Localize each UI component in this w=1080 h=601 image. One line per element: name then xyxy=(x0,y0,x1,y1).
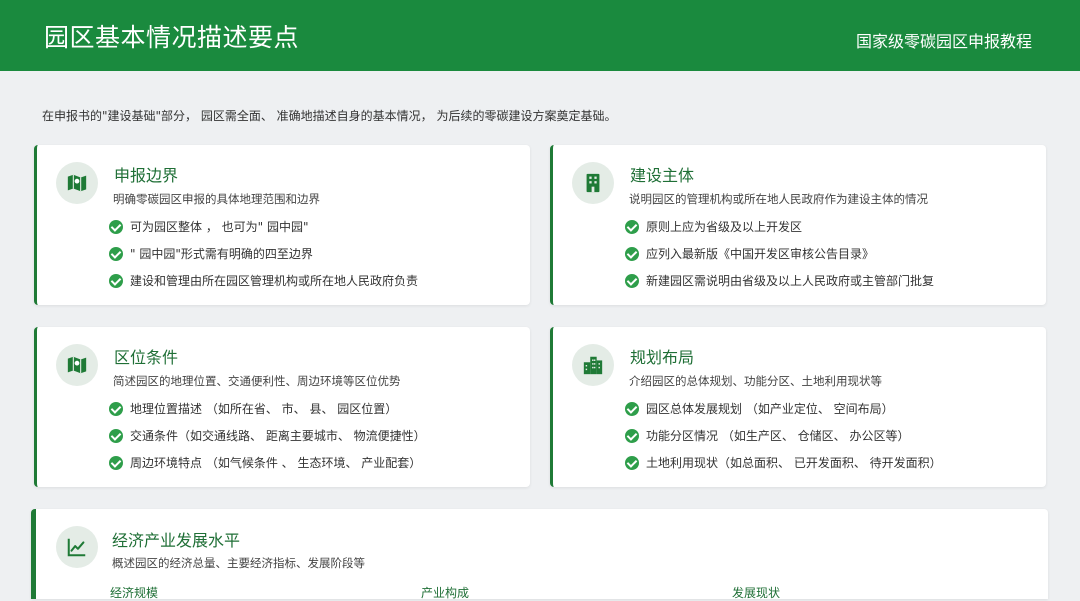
list-item: 建设和管理由所在园区管理机构或所在地人民政府负责 xyxy=(109,272,418,299)
list-item: 可为园区整体 ， 也可为" 园中园" xyxy=(109,218,418,245)
list-item: 地理位置描述 （如所在省、 市、 县、 园区位置） xyxy=(109,400,426,427)
bullet-list: 园区总体发展规划 （如产业定位、 空间布局） 功能分区情况 （如生产区、 仓储区… xyxy=(625,400,942,481)
check-circle-icon xyxy=(109,429,123,443)
check-circle-icon xyxy=(109,274,123,288)
map-icon xyxy=(56,162,98,204)
card-construction-subject: 建设主体 说明园区的管理机构或所在地人民政府作为建设主体的情况 原则上应为省级及… xyxy=(550,145,1046,305)
list-item-text: 新建园区需说明由省级及以上人民政府或主管部门批复 xyxy=(646,274,935,288)
check-circle-icon xyxy=(625,402,639,416)
check-circle-icon xyxy=(625,247,639,261)
city-icon xyxy=(572,344,614,386)
check-circle-icon xyxy=(109,220,123,234)
list-item-text: 交通条件（如交通线路、 距离主要城市、 物流便捷性） xyxy=(130,429,426,443)
list-item: 土地利用现状（如总面积、 已开发面积、 待开发面积） xyxy=(625,454,942,481)
list-item: 交通条件（如交通线路、 距离主要城市、 物流便捷性） xyxy=(109,427,426,454)
subsection-economic-scale: 经济规模 xyxy=(110,586,159,600)
map-icon xyxy=(56,344,98,386)
list-item: 新建园区需说明由省级及以上人民政府或主管部门批复 xyxy=(625,272,934,299)
card-title: 申报边界 xyxy=(114,166,179,185)
card-description: 简述园区的地理位置、交通便利性、周边环境等区位优势 xyxy=(113,374,401,388)
check-circle-icon xyxy=(109,247,123,261)
check-circle-icon xyxy=(625,429,639,443)
check-circle-icon xyxy=(625,456,639,470)
card-declaration-boundary: 申报边界 明确零碳园区申报的具体地理范围和边界 可为园区整体 ， 也可为" 园中… xyxy=(34,145,530,305)
list-item-text: 地理位置描述 （如所在省、 市、 县、 园区位置） xyxy=(130,402,398,416)
chart-line-icon xyxy=(56,526,98,568)
bullet-list: 原则上应为省级及以上开发区 应列入最新版《中国开发区审核公告目录》 新建园区需说… xyxy=(625,218,934,299)
list-item-text: " 园中园"形式需有明确的四至边界 xyxy=(130,247,313,261)
card-title: 经济产业发展水平 xyxy=(112,531,241,550)
card-description: 说明园区的管理机构或所在地人民政府作为建设主体的情况 xyxy=(629,192,928,206)
list-item-text: 周边环境特点 （如气候条件 、 生态环境、 产业配套） xyxy=(130,456,422,470)
list-item-text: 原则上应为省级及以上开发区 xyxy=(646,220,803,234)
subsection-development-status: 发展现状 xyxy=(732,586,781,600)
check-circle-icon xyxy=(109,402,123,416)
page-title: 园区基本情况描述要点 xyxy=(44,23,300,52)
card-title: 区位条件 xyxy=(114,348,179,367)
list-item-text: 园区总体发展规划 （如产业定位、 空间布局） xyxy=(646,402,894,416)
list-item-text: 建设和管理由所在园区管理机构或所在地人民政府负责 xyxy=(130,274,419,288)
list-item: 周边环境特点 （如气候条件 、 生态环境、 产业配套） xyxy=(109,454,426,481)
course-title: 国家级零碳园区申报教程 xyxy=(855,32,1032,51)
list-item-text: 功能分区情况 （如生产区、 仓储区、 办公区等） xyxy=(646,429,910,443)
list-item: 应列入最新版《中国开发区审核公告目录》 xyxy=(625,245,934,272)
list-item-text: 应列入最新版《中国开发区审核公告目录》 xyxy=(646,247,875,261)
card-location-conditions: 区位条件 简述园区的地理位置、交通便利性、周边环境等区位优势 地理位置描述 （如… xyxy=(34,327,530,487)
card-description: 介绍园区的总体规划、功能分区、土地利用现状等 xyxy=(629,374,882,388)
card-planning-layout: 规划布局 介绍园区的总体规划、功能分区、土地利用现状等 园区总体发展规划 （如产… xyxy=(550,327,1046,487)
list-item: 功能分区情况 （如生产区、 仓储区、 办公区等） xyxy=(625,427,942,454)
bullet-list: 可为园区整体 ， 也可为" 园中园" " 园中园"形式需有明确的四至边界 建设和… xyxy=(109,218,418,299)
header-bar: 园区基本情况描述要点 国家级零碳园区申报教程 xyxy=(0,0,1080,71)
list-item-text: 土地利用现状（如总面积、 已开发面积、 待开发面积） xyxy=(646,456,942,470)
card-description: 明确零碳园区申报的具体地理范围和边界 xyxy=(113,192,320,206)
building-icon xyxy=(572,162,614,204)
card-title: 建设主体 xyxy=(630,166,695,185)
list-item: 原则上应为省级及以上开发区 xyxy=(625,218,934,245)
subsection-industry-structure: 产业构成 xyxy=(421,586,470,600)
check-circle-icon xyxy=(625,274,639,288)
bullet-list: 地理位置描述 （如所在省、 市、 县、 园区位置） 交通条件（如交通线路、 距离… xyxy=(109,400,426,481)
intro-text: 在申报书的"建设基础"部分， 园区需全面、 准确地描述自身的基本情况， 为后续的… xyxy=(42,109,617,123)
check-circle-icon xyxy=(625,220,639,234)
list-item: " 园中园"形式需有明确的四至边界 xyxy=(109,245,418,272)
card-title: 规划布局 xyxy=(630,348,695,367)
list-item-text: 可为园区整体 ， 也可为" 园中园" xyxy=(130,220,309,234)
list-item: 园区总体发展规划 （如产业定位、 空间布局） xyxy=(625,400,942,427)
check-circle-icon xyxy=(109,456,123,470)
card-economic-development: 经济产业发展水平 概述园区的经济总量、主要经济指标、发展阶段等 经济规模 产业构… xyxy=(31,509,1048,600)
card-description: 概述园区的经济总量、主要经济指标、发展阶段等 xyxy=(112,556,365,570)
